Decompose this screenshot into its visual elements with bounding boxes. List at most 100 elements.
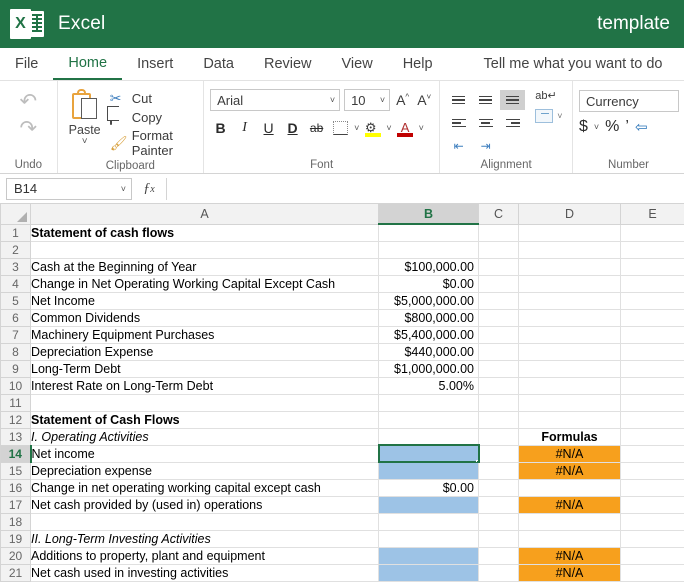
strikethrough-button[interactable]: ab <box>306 118 327 138</box>
chevron-down-icon[interactable]: ˅ <box>419 123 424 133</box>
row-header-7[interactable]: 7 <box>0 325 31 344</box>
cell-C18[interactable] <box>478 513 519 531</box>
spreadsheet-grid[interactable]: A B C D E 1 Statement of cash flows 2 3 Cash… <box>0 204 684 588</box>
underline-button[interactable]: U <box>258 118 279 138</box>
cell-A18[interactable] <box>30 513 379 531</box>
row-header-11[interactable]: 11 <box>0 393 31 412</box>
cell-A8[interactable]: Depreciation Expense <box>30 343 379 361</box>
undo-icon[interactable]: ↶ <box>20 91 38 112</box>
cell-C8[interactable] <box>478 343 519 361</box>
cell-B3[interactable]: $100,000.00 <box>378 258 479 276</box>
cell-A1[interactable]: Statement of cash flows <box>30 224 379 242</box>
increase-indent-button[interactable]: ⇥ <box>473 136 498 156</box>
increase-decimal-icon[interactable]: ⇦ <box>635 118 648 136</box>
cell-A20[interactable]: Additions to property, plant and equipme… <box>30 547 379 565</box>
paste-button[interactable]: Paste ˅ <box>64 87 106 147</box>
column-header-c[interactable]: C <box>478 204 519 225</box>
tell-me-search[interactable]: Tell me what you want to do <box>472 48 675 80</box>
cell-C10[interactable] <box>478 377 519 395</box>
column-header-e[interactable]: E <box>620 204 684 225</box>
cell-B19[interactable] <box>378 530 479 548</box>
align-right-button[interactable] <box>500 113 525 133</box>
cell-D8[interactable] <box>518 343 621 361</box>
cell-C14[interactable] <box>478 445 519 463</box>
cell-A17[interactable]: Net cash provided by (used in) operation… <box>30 496 379 514</box>
bold-button[interactable]: B <box>210 118 231 138</box>
cell-E1[interactable] <box>620 224 684 242</box>
cell-C19[interactable] <box>478 530 519 548</box>
cell-B16[interactable]: $0.00 <box>378 479 479 497</box>
cell-C7[interactable] <box>478 326 519 344</box>
cell-D13[interactable]: Formulas <box>518 428 621 446</box>
cell-D18[interactable] <box>518 513 621 531</box>
tab-help[interactable]: Help <box>388 48 448 80</box>
cell-C11[interactable] <box>478 394 519 412</box>
cell-B18[interactable] <box>378 513 479 531</box>
row-header-20[interactable]: 20 <box>0 546 31 565</box>
increase-font-size-button[interactable]: A^ <box>394 92 411 108</box>
percent-format-button[interactable]: % <box>605 118 619 136</box>
cell-D21[interactable]: #N/A <box>518 563 621 582</box>
cell-A21[interactable]: Net cash used in investing activities <box>30 564 379 582</box>
cell-C20[interactable] <box>478 547 519 565</box>
cell-E9[interactable] <box>620 360 684 378</box>
cell-A13[interactable]: I. Operating Activities <box>30 428 379 446</box>
tab-data[interactable]: Data <box>188 48 249 80</box>
cell-A7[interactable]: Machinery Equipment Purchases <box>30 326 379 344</box>
number-format-select[interactable]: Currency <box>579 90 679 112</box>
font-name-select[interactable]: Arial ˅ <box>210 89 341 111</box>
cell-E11[interactable] <box>620 394 684 412</box>
chevron-down-icon[interactable]: ˅ <box>82 137 88 147</box>
align-left-button[interactable] <box>446 113 471 133</box>
chevron-down-icon[interactable]: ˅ <box>354 123 359 133</box>
cell-E8[interactable] <box>620 343 684 361</box>
cell-B6[interactable]: $800,000.00 <box>378 309 479 327</box>
cell-D17[interactable]: #N/A <box>518 495 621 514</box>
cell-B13[interactable] <box>378 428 479 446</box>
row-header-8[interactable]: 8 <box>0 342 31 361</box>
tab-review[interactable]: Review <box>249 48 327 80</box>
tab-insert[interactable]: Insert <box>122 48 188 80</box>
cell-C17[interactable] <box>478 496 519 514</box>
cell-E7[interactable] <box>620 326 684 344</box>
row-header-21[interactable]: 21 <box>0 563 31 582</box>
cell-E5[interactable] <box>620 292 684 310</box>
row-header-1[interactable]: 1 <box>0 223 31 242</box>
select-all-corner[interactable] <box>0 204 31 225</box>
cell-C12[interactable] <box>478 411 519 429</box>
cell-B7[interactable]: $5,400,000.00 <box>378 326 479 344</box>
format-painter-button[interactable]: 🖌 Format Painter <box>110 128 197 158</box>
cell-B8[interactable]: $440,000.00 <box>378 343 479 361</box>
merge-cells-icon[interactable] <box>535 109 554 123</box>
formula-input[interactable] <box>167 178 682 200</box>
row-header-6[interactable]: 6 <box>0 308 31 327</box>
insert-function-icon[interactable]: ƒx <box>132 181 166 197</box>
cell-A3[interactable]: Cash at the Beginning of Year <box>30 258 379 276</box>
cell-A15[interactable]: Depreciation expense <box>30 462 379 480</box>
cell-A14[interactable]: Net income <box>30 445 379 463</box>
cell-D1[interactable] <box>518 224 621 242</box>
cell-B5[interactable]: $5,000,000.00 <box>378 292 479 310</box>
borders-button[interactable] <box>330 118 351 138</box>
row-header-2[interactable]: 2 <box>0 240 31 259</box>
wrap-text-button[interactable]: ab↵ <box>535 91 562 102</box>
row-header-3[interactable]: 3 <box>0 257 31 276</box>
cell-C3[interactable] <box>478 258 519 276</box>
cell-B10[interactable]: 5.00% <box>378 377 479 395</box>
fill-color-button[interactable]: ⚙ <box>362 118 383 138</box>
cell-D5[interactable] <box>518 292 621 310</box>
chevron-down-icon[interactable]: ˅ <box>121 184 126 194</box>
align-center-button[interactable] <box>473 113 498 133</box>
cell-A9[interactable]: Long-Term Debt <box>30 360 379 378</box>
decrease-indent-button[interactable]: ⇤ <box>446 136 471 156</box>
chevron-down-icon[interactable]: ˅ <box>594 122 599 132</box>
cell-C1[interactable] <box>478 224 519 242</box>
cell-A16[interactable]: Change in net operating working capital … <box>30 479 379 497</box>
tab-home[interactable]: Home <box>53 48 123 80</box>
cell-B4[interactable]: $0.00 <box>378 275 479 293</box>
cell-E20[interactable] <box>620 547 684 565</box>
cell-D16[interactable] <box>518 479 621 497</box>
cell-B14[interactable] <box>377 444 480 463</box>
cell-C15[interactable] <box>478 462 519 480</box>
cell-E13[interactable] <box>620 428 684 446</box>
